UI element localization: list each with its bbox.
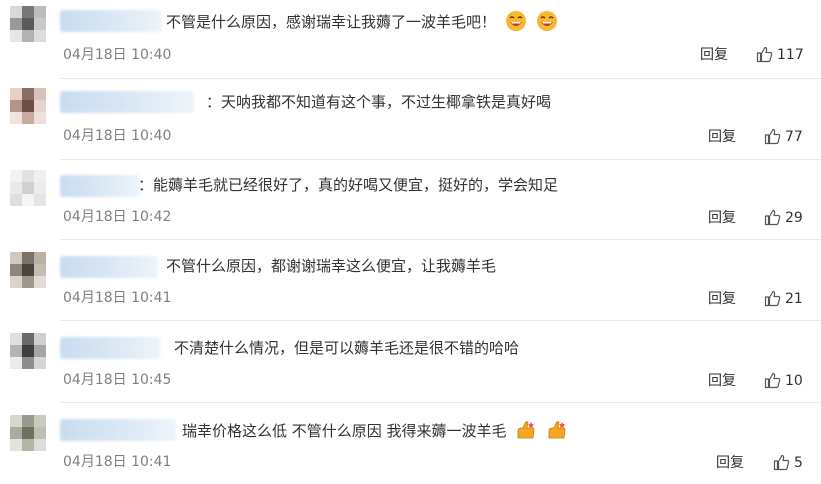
comment-text-content: 不管是什么原因，感谢瑞幸让我薅了一波羊毛吧！ [166,13,497,31]
thumbs-up-icon [764,372,781,389]
avatar[interactable] [10,415,48,453]
comment-text: 不清楚什么情况，但是可以薅羊毛还是很不错的哈哈 [174,338,519,358]
like-button[interactable]: 29 [764,209,803,226]
comment-text-content: ：天呐我都不知道有这个事，不过生椰拿铁是真好喝 [206,93,552,111]
thumbs-up-icon [756,46,773,63]
avatar[interactable] [10,333,48,371]
thumbs-up-icon [773,454,790,471]
divider [60,159,821,160]
like-count: 77 [785,128,803,145]
comment-text: ：能薅羊毛就已经很好了，真的好喝又便宜，挺好的，学会知足 [138,175,558,195]
comment-text: 瑞幸价格这么低 不管什么原因 我得来薅一波羊毛 [182,419,568,441]
divider [60,320,821,321]
like-count: 117 [777,46,804,63]
username-blurred[interactable] [60,10,162,32]
reply-button[interactable]: 回复 [708,288,736,308]
username-blurred[interactable] [60,91,194,113]
strong-arm-icon [548,421,566,439]
comment-text-content: 不管什么原因，都谢谢瑞幸这么便宜，让我薅羊毛 [166,257,497,275]
like-button[interactable]: 117 [756,46,804,63]
avatar[interactable] [10,252,48,290]
comment-timestamp: 04月18日 10:40 [63,47,172,63]
comment-timestamp: 04月18日 10:40 [63,128,172,144]
like-button[interactable]: 5 [773,454,803,471]
reply-button[interactable]: 回复 [708,370,736,390]
divider [60,78,821,79]
comment-timestamp: 04月18日 10:41 [63,454,172,470]
laughing-face-icon [505,11,526,31]
comment-list: 不管是什么原因，感谢瑞幸让我薅了一波羊毛吧！ 04月18日 10:40 回复 1… [0,0,821,484]
like-button[interactable]: 77 [764,128,803,145]
comment-text: 不管是什么原因，感谢瑞幸让我薅了一波羊毛吧！ [166,10,558,32]
like-button[interactable]: 10 [764,372,803,389]
reply-button[interactable]: 回复 [700,44,728,64]
comment-text-content: 瑞幸价格这么低 不管什么原因 我得来薅一波羊毛 [182,422,507,440]
username-blurred[interactable] [60,419,176,441]
like-count: 5 [794,454,803,471]
thumbs-up-icon [764,128,781,145]
comment-text: ：天呐我都不知道有这个事，不过生椰拿铁是真好喝 [206,92,551,112]
comment-timestamp: 04月18日 10:42 [63,209,172,225]
reply-button[interactable]: 回复 [716,452,744,472]
like-count: 21 [785,290,803,307]
like-count: 29 [785,209,803,226]
avatar[interactable] [10,88,48,126]
avatar[interactable] [10,170,48,208]
divider [60,402,821,403]
comment-text-content: 不清楚什么情况，但是可以薅羊毛还是很不错的哈哈 [174,339,520,357]
reply-button[interactable]: 回复 [708,207,736,227]
strong-arm-icon [517,421,535,439]
username-blurred[interactable] [60,175,140,197]
username-blurred[interactable] [60,337,160,359]
comment-text-content: ：能薅羊毛就已经很好了，真的好喝又便宜，挺好的，学会知足 [138,176,559,194]
like-button[interactable]: 21 [764,290,803,307]
laughing-face-icon [536,11,557,31]
thumbs-up-icon [764,290,781,307]
comment-timestamp: 04月18日 10:45 [63,372,172,388]
reply-button[interactable]: 回复 [708,126,736,146]
thumbs-up-icon [764,209,781,226]
avatar[interactable] [10,6,48,44]
comment-text: 不管什么原因，都谢谢瑞幸这么便宜，让我薅羊毛 [166,256,496,276]
like-count: 10 [785,372,803,389]
divider [60,239,821,240]
comment-timestamp: 04月18日 10:41 [63,290,172,306]
username-blurred[interactable] [60,256,158,278]
